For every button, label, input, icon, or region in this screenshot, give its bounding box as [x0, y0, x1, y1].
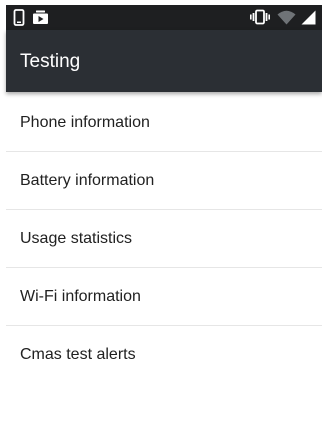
list-item-label: Battery information	[20, 171, 155, 189]
wifi-icon	[277, 10, 296, 25]
status-left-icons	[13, 9, 49, 26]
list-item-label: Phone information	[20, 113, 150, 131]
list-item-label: Usage statistics	[20, 229, 133, 247]
page-title: Testing	[20, 51, 81, 72]
list-item-wifi-information[interactable]: Wi-Fi information	[6, 268, 322, 326]
screen: Testing Phone information Battery inform…	[0, 0, 322, 444]
list-item-label: Wi-Fi information	[20, 287, 141, 305]
cell-signal-icon	[301, 10, 316, 25]
settings-list: Phone information Battery information Us…	[6, 94, 322, 384]
status-bar	[6, 5, 322, 30]
list-item-usage-statistics[interactable]: Usage statistics	[6, 210, 322, 268]
phone-notification-icon	[13, 9, 25, 26]
vibrate-icon	[250, 9, 270, 25]
list-item-cmas-test-alerts[interactable]: Cmas test alerts	[6, 326, 322, 384]
app-bar: Testing	[6, 30, 322, 92]
status-right-icons	[250, 9, 316, 25]
media-notification-icon	[32, 10, 49, 25]
list-item-battery-information[interactable]: Battery information	[6, 152, 322, 210]
list-item-phone-information[interactable]: Phone information	[6, 94, 322, 152]
list-item-label: Cmas test alerts	[20, 346, 136, 363]
